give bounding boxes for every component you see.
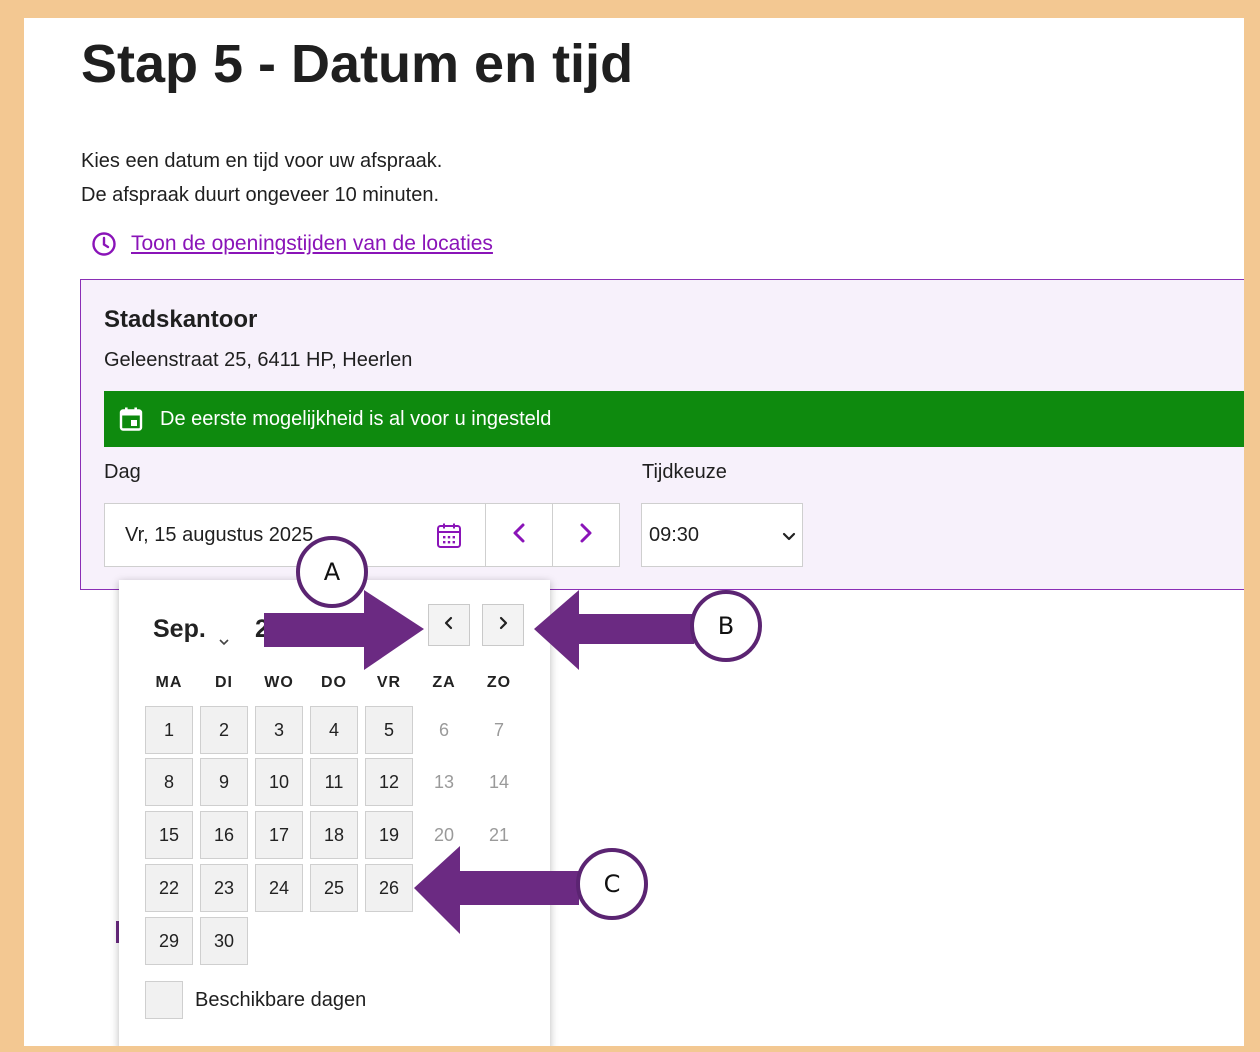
- previous-day-button[interactable]: [485, 503, 553, 567]
- calendar-icon[interactable]: [435, 522, 463, 550]
- chevron-down-icon: [218, 625, 230, 645]
- calendar-event-icon: [118, 406, 144, 432]
- chevron-left-icon: [443, 615, 455, 636]
- next-month-button[interactable]: [482, 604, 524, 646]
- day-cell-available[interactable]: 5: [365, 706, 413, 754]
- day-cell-available[interactable]: 19: [365, 811, 413, 859]
- day-cell-available[interactable]: 25: [310, 864, 358, 912]
- location-name: Stadskantoor: [104, 306, 258, 333]
- page-title: Stap 5 - Datum en tijd: [81, 34, 634, 94]
- chevron-down-icon: [782, 530, 796, 542]
- day-cell-available[interactable]: 10: [255, 758, 303, 806]
- intro-line-2: De afspraak duurt ongeveer 10 minuten.: [81, 184, 439, 206]
- page: Stap 5 - Datum en tijd Kies een datum en…: [24, 18, 1244, 1046]
- chevron-left-icon: [511, 522, 527, 549]
- weekday-header: ZO: [486, 674, 512, 691]
- weekday-header: DO: [321, 674, 347, 691]
- day-label: Dag: [104, 461, 141, 483]
- callout-c: C: [576, 848, 648, 920]
- legend-swatch: [145, 981, 183, 1019]
- time-value: 09:30: [649, 524, 700, 546]
- weekday-header: DI: [215, 674, 233, 691]
- day-cell-available[interactable]: 26: [365, 864, 413, 912]
- day-cell-unavailable: 14: [488, 771, 510, 792]
- day-cell-available[interactable]: 22: [145, 864, 193, 912]
- clock-icon: [91, 231, 117, 257]
- opening-hours-link-row[interactable]: Toon de openingstijden van de locaties: [91, 231, 493, 257]
- day-cell-available[interactable]: 9: [200, 758, 248, 806]
- weekday-header: WO: [264, 674, 294, 691]
- day-cell-available[interactable]: 2: [200, 706, 248, 754]
- day-cell-available[interactable]: 18: [310, 811, 358, 859]
- day-cell-available[interactable]: 1: [145, 706, 193, 754]
- day-cell-unavailable: 21: [488, 824, 510, 845]
- callout-a: A: [296, 536, 368, 608]
- day-cell-unavailable: 6: [438, 719, 449, 740]
- arrow-b: [534, 590, 694, 670]
- first-option-banner: De eerste mogelijkheid is al voor u inge…: [104, 391, 1244, 447]
- day-cell-available[interactable]: 24: [255, 864, 303, 912]
- day-cell-available[interactable]: 15: [145, 811, 193, 859]
- legend-label: Beschikbare dagen: [195, 989, 367, 1011]
- day-cell-unavailable: 7: [493, 719, 504, 740]
- weekday-header: ZA: [432, 674, 456, 691]
- day-cell-available[interactable]: 3: [255, 706, 303, 754]
- day-cell-available[interactable]: 4: [310, 706, 358, 754]
- intro-line-1: Kies een datum en tijd voor uw afspraak.: [81, 150, 443, 172]
- previous-month-button[interactable]: [428, 604, 470, 646]
- date-value: Vr, 15 augustus 2025: [125, 524, 314, 546]
- day-cell-unavailable: 13: [433, 771, 455, 792]
- time-label: Tijdkeuze: [642, 461, 727, 483]
- weekday-header: MA: [155, 674, 183, 691]
- day-cell-available[interactable]: 30: [200, 917, 248, 965]
- month-label: Sep.: [153, 615, 206, 643]
- day-cell-unavailable: 20: [433, 824, 455, 845]
- opening-hours-link[interactable]: Toon de openingstijden van de locaties: [131, 232, 493, 256]
- year-label[interactable]: 2: [255, 615, 269, 644]
- date-input[interactable]: Vr, 15 augustus 2025: [104, 503, 486, 567]
- day-cell-available[interactable]: 17: [255, 811, 303, 859]
- banner-text: De eerste mogelijkheid is al voor u inge…: [160, 407, 552, 430]
- day-cell-available[interactable]: 12: [365, 758, 413, 806]
- location-address: Geleenstraat 25, 6411 HP, Heerlen: [104, 349, 413, 371]
- day-cell-available[interactable]: 8: [145, 758, 193, 806]
- time-select[interactable]: 09:30: [641, 503, 803, 567]
- day-cell-available[interactable]: 16: [200, 811, 248, 859]
- day-cell-available[interactable]: 23: [200, 864, 248, 912]
- day-cell-available[interactable]: 29: [145, 917, 193, 965]
- chevron-right-icon: [578, 522, 594, 549]
- weekday-header: VR: [376, 674, 402, 691]
- next-day-button[interactable]: [552, 503, 620, 567]
- month-select[interactable]: Sep.: [153, 615, 230, 645]
- day-cell-available[interactable]: 11: [310, 758, 358, 806]
- chevron-right-icon: [497, 615, 509, 636]
- callout-b: B: [690, 590, 762, 662]
